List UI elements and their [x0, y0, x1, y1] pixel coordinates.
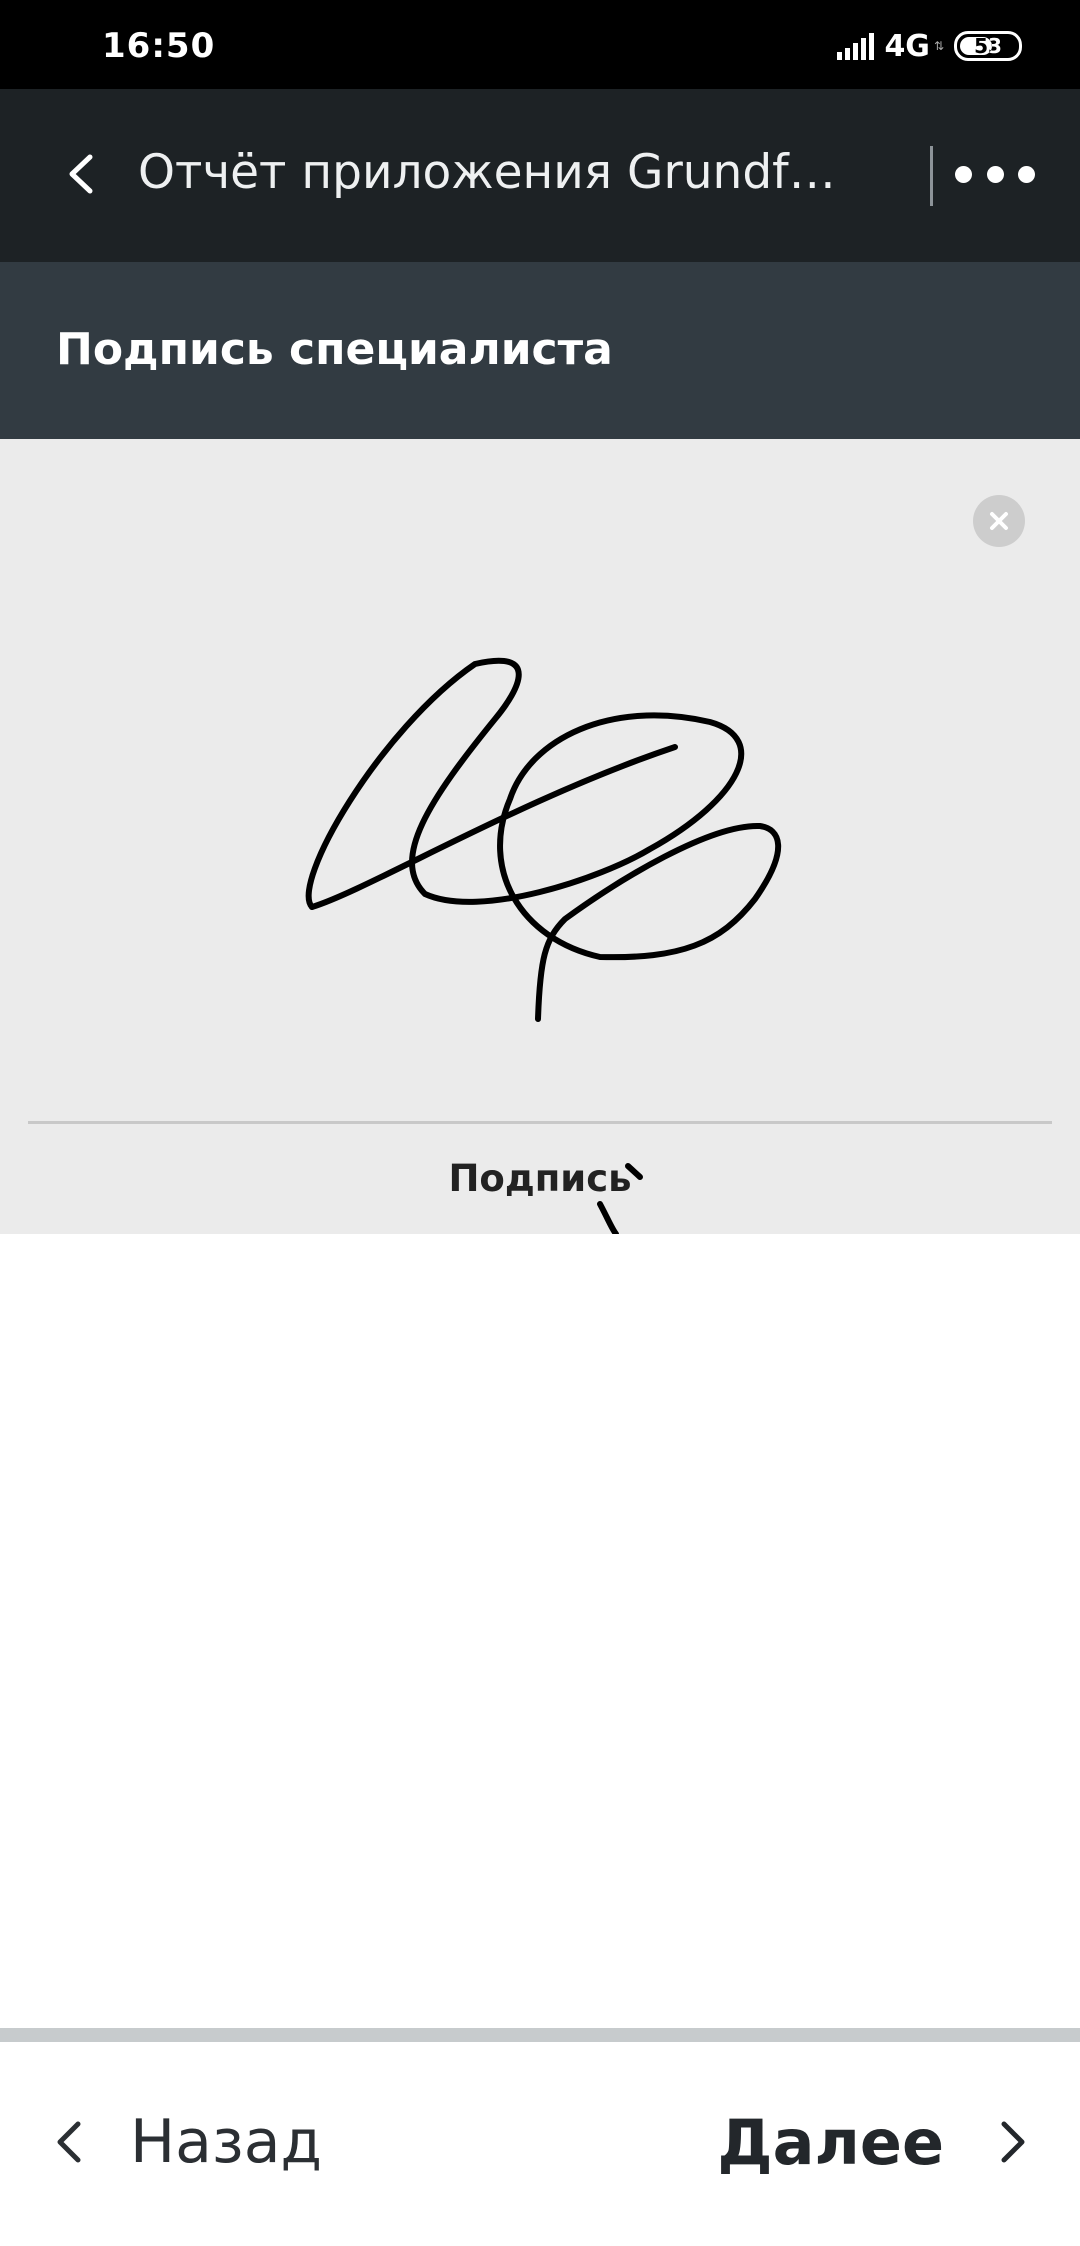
app-header: Отчёт приложения Grundfos G... — [0, 89, 1080, 262]
more-horizontal-icon — [955, 165, 972, 183]
bottom-divider — [0, 2028, 1080, 2042]
section-title: Подпись специалиста — [56, 324, 613, 375]
header-divider — [930, 146, 933, 206]
nav-next-label: Далее — [717, 2105, 944, 2179]
nav-back-button[interactable]: Назад — [50, 2102, 322, 2182]
close-icon — [990, 512, 1008, 530]
status-time: 16:50 — [102, 26, 216, 66]
page-title: Отчёт приложения Grundfos G... — [138, 145, 858, 200]
network-type: 4G — [884, 28, 930, 64]
signature-pad[interactable]: Подпись — [0, 439, 1080, 1234]
more-button[interactable] — [955, 149, 1035, 199]
clear-signature-button[interactable] — [973, 495, 1025, 547]
signature-label: Подпись — [448, 1157, 632, 1200]
nav-back-label: Назад — [130, 2107, 323, 2177]
data-activity-icon: ⇅ — [933, 39, 944, 53]
back-button[interactable] — [50, 139, 120, 209]
nav-next-button[interactable]: Далее — [717, 2102, 1032, 2182]
bottom-navigation: Назад Далее — [0, 2042, 1080, 2246]
section-header: Подпись специалиста — [0, 262, 1080, 439]
signature-baseline — [28, 1121, 1052, 1124]
chevron-right-icon — [1001, 2121, 1025, 2163]
signature-drawing — [305, 657, 782, 1234]
status-indicators: 4G ⇅ 53 — [834, 28, 1022, 64]
signal-icon — [834, 32, 875, 60]
chevron-left-icon — [57, 2121, 81, 2163]
battery-icon: 53 — [954, 31, 1022, 61]
status-bar: 16:50 4G ⇅ 53 — [0, 0, 1080, 89]
chevron-left-icon — [69, 154, 93, 194]
battery-level: 53 — [974, 34, 1002, 58]
